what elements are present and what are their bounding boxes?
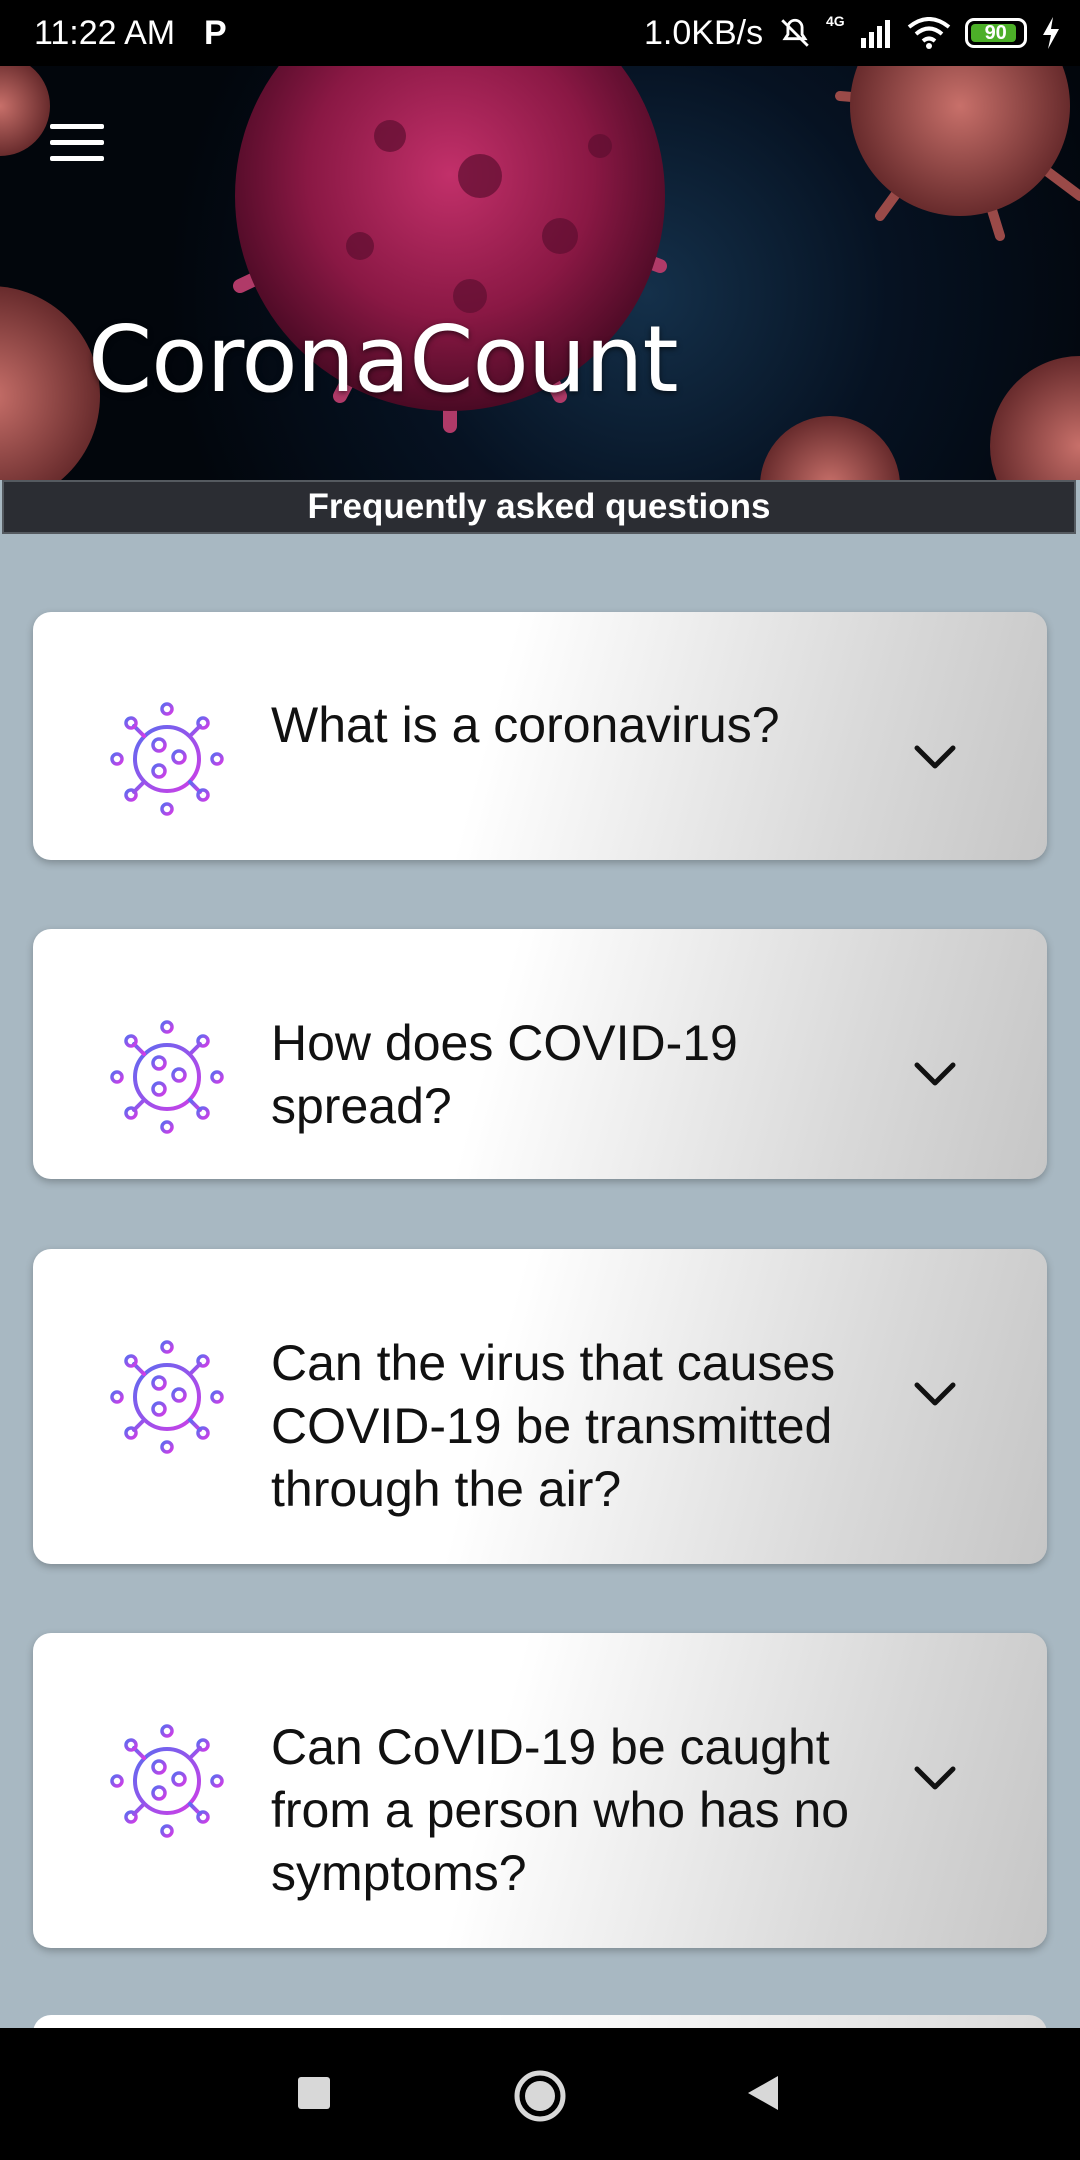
status-time: 11:22 AM <box>34 14 176 52</box>
chevron-down-icon[interactable] <box>913 1059 957 1089</box>
wifi-icon <box>907 17 950 49</box>
network-type-icon: 4G <box>826 13 845 29</box>
virus-icon <box>110 1340 224 1454</box>
virus-icon <box>110 702 224 816</box>
status-icons: 4G 90 <box>778 10 1061 56</box>
status-bar: 11:22 AM P 1.0KB/s 4G 90 <box>0 0 1080 66</box>
faq-item-4[interactable]: Can CoVID-19 be caught from a person who… <box>33 1633 1047 1948</box>
notification-p-icon: P <box>204 14 227 52</box>
faq-question: What is a coronavirus? <box>271 697 780 753</box>
faq-question: Can CoVID-19 be caught from a person who… <box>271 1719 850 1901</box>
charging-icon <box>1042 17 1059 49</box>
network-speed: 1.0KB/s <box>644 14 764 52</box>
virus-icon <box>110 1020 224 1134</box>
system-nav-bar <box>0 2028 1080 2160</box>
coronavirus-background-image <box>0 66 1080 480</box>
faq-question: How does COVID-19 spread? <box>271 1015 738 1134</box>
battery-level: 90 <box>984 21 1007 44</box>
back-button[interactable] <box>744 2074 780 2112</box>
faq-question: Can the virus that causes COVID-19 be tr… <box>271 1335 836 1517</box>
faq-item-2[interactable]: How does COVID-19 spread? <box>33 929 1047 1179</box>
chevron-down-icon[interactable] <box>913 742 957 772</box>
home-button[interactable] <box>512 2068 568 2124</box>
signal-icon <box>860 20 890 48</box>
recents-button[interactable] <box>296 2075 332 2111</box>
section-title-bar: Frequently asked questions <box>2 480 1076 534</box>
app-title: CoronaCount <box>88 306 679 413</box>
battery-icon: 90 <box>964 18 1027 48</box>
faq-item-1[interactable]: What is a coronavirus? <box>33 612 1047 860</box>
menu-hamburger-icon[interactable] <box>50 124 104 168</box>
virus-icon <box>110 1724 224 1838</box>
faq-item-3[interactable]: Can the virus that causes COVID-19 be tr… <box>33 1249 1047 1564</box>
chevron-down-icon[interactable] <box>913 1763 957 1793</box>
section-title: Frequently asked questions <box>307 487 771 526</box>
mute-bell-icon <box>781 18 809 47</box>
header-banner: CoronaCount <box>0 66 1080 480</box>
chevron-down-icon[interactable] <box>913 1379 957 1409</box>
